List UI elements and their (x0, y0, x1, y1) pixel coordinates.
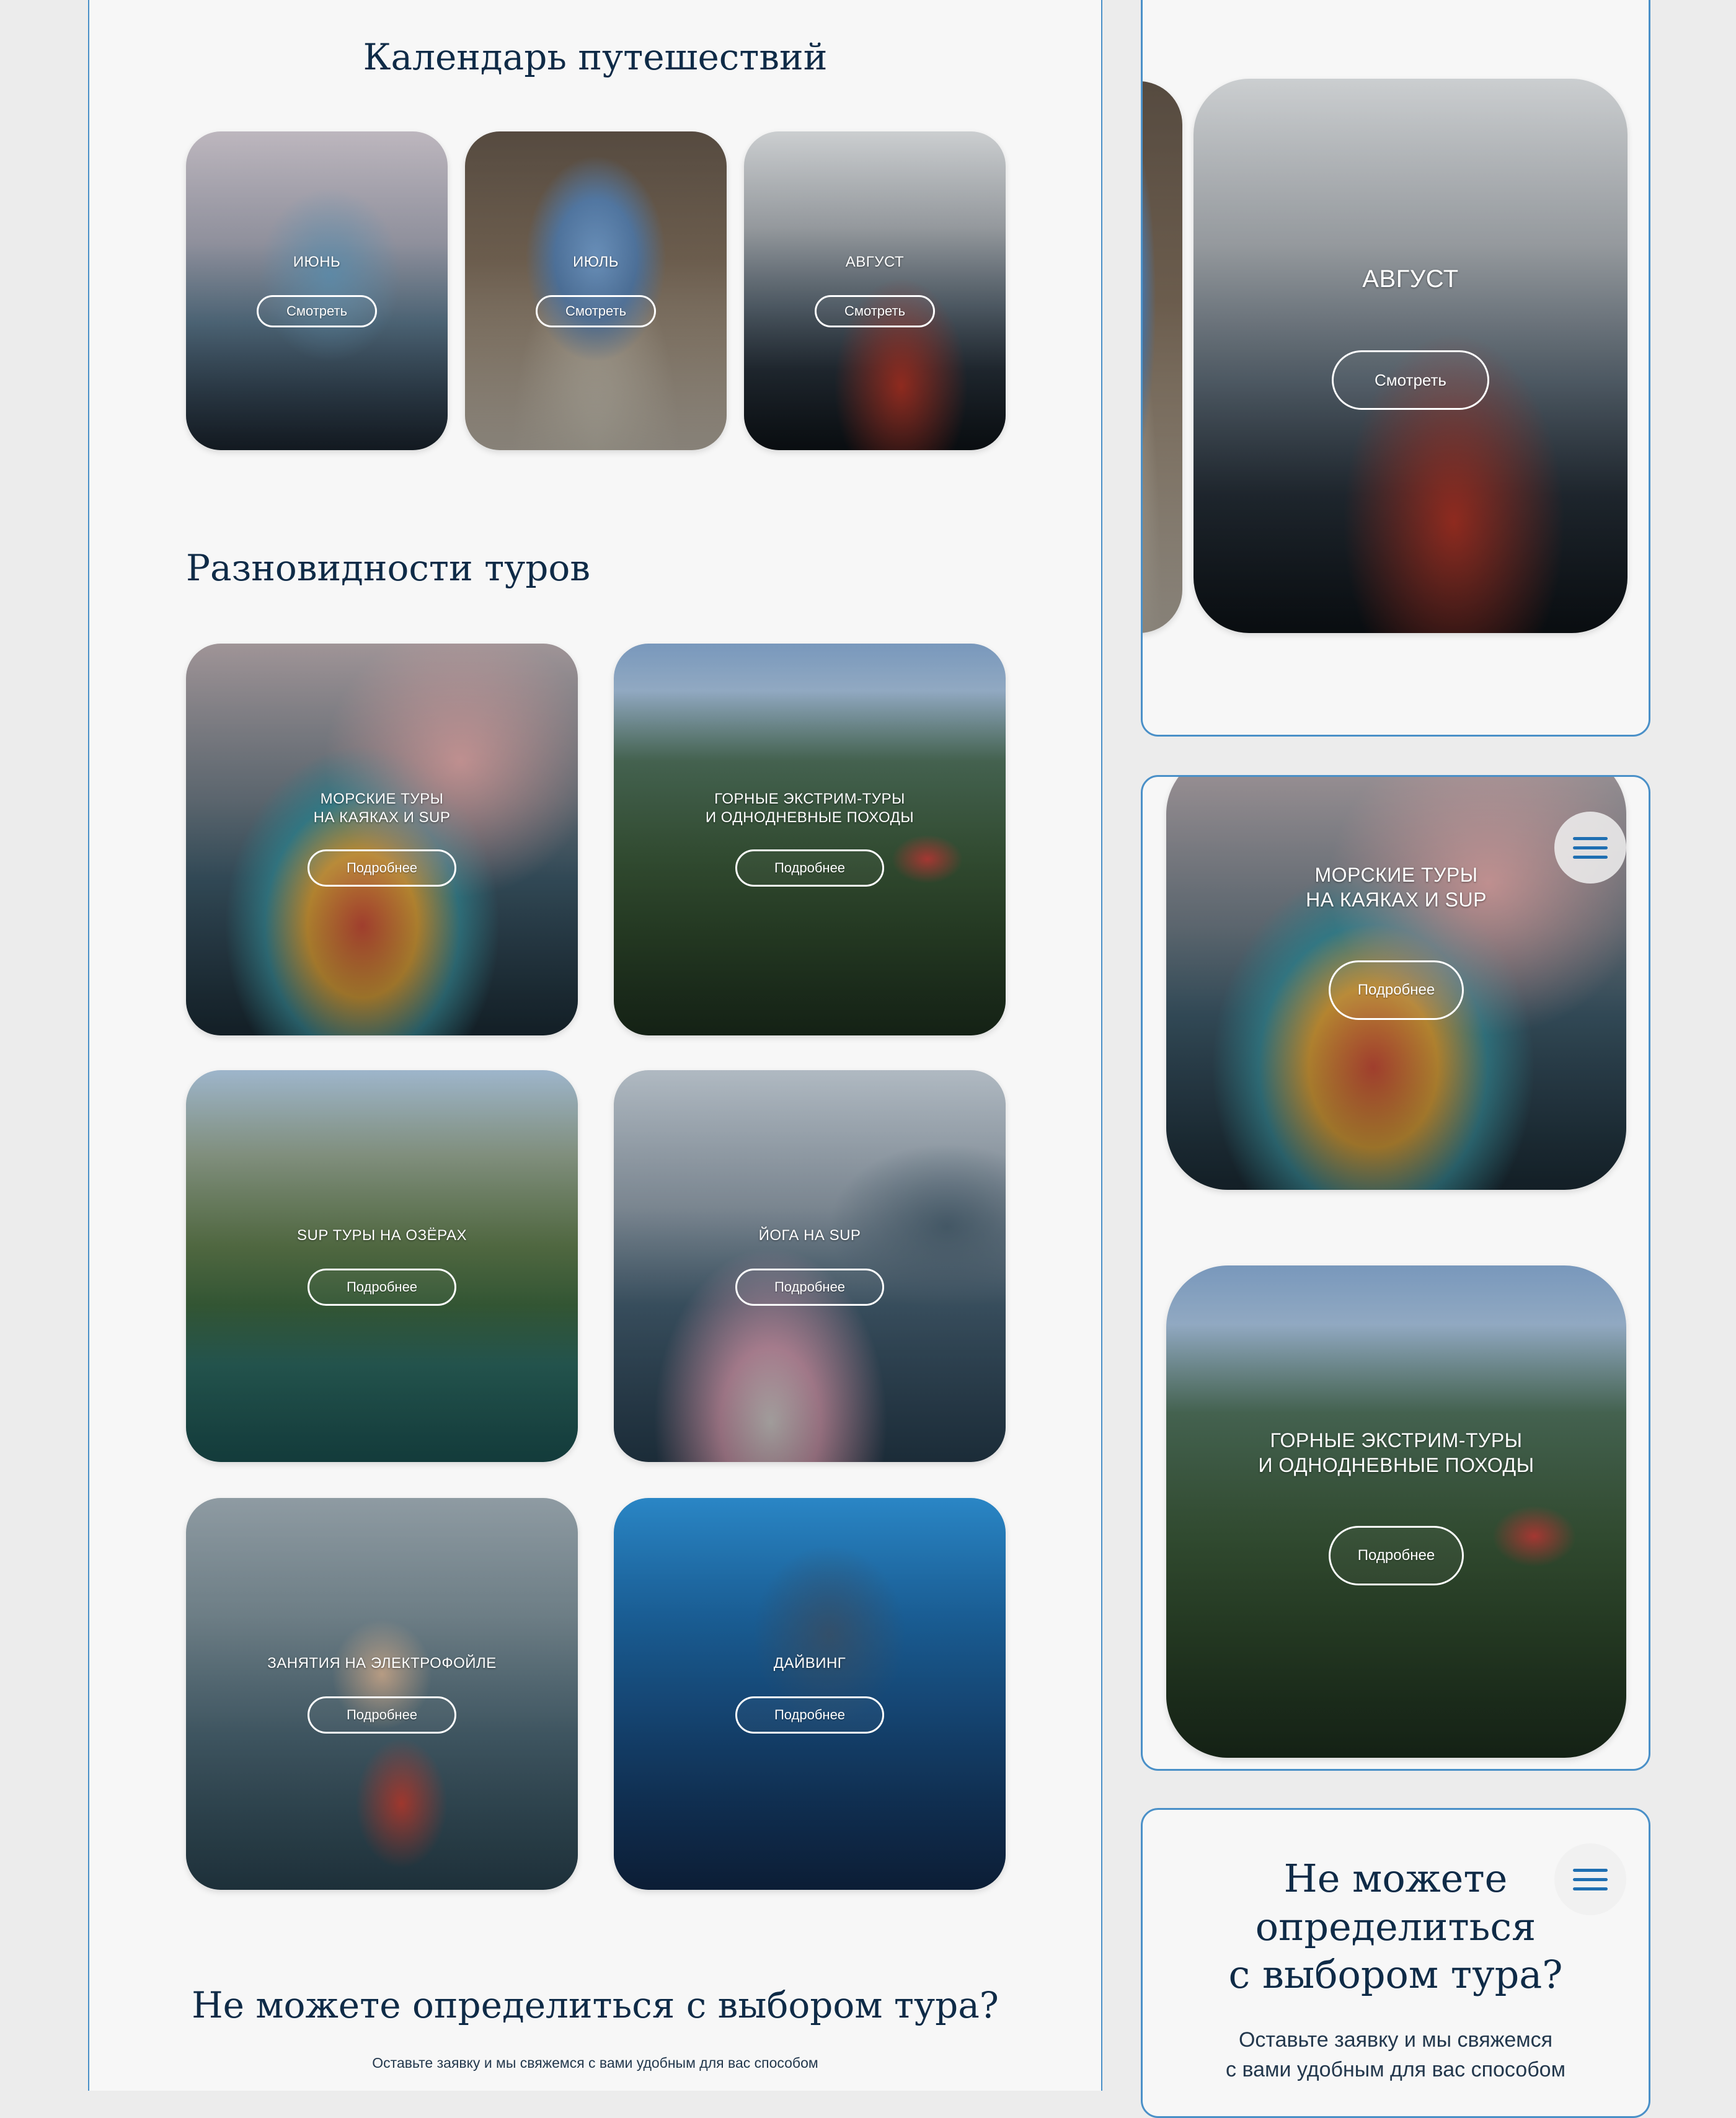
desktop-page: Календарь путешествий ИЮНЬ Смотреть ИЮЛЬ… (88, 0, 1102, 2091)
calendar-card-label: АВГУСТ (845, 254, 905, 270)
cta-heading: Не можете определиться с выбором тура? (192, 1984, 999, 2026)
tour-card-title-line: И ОДНОДНЕВНЫЕ ПОХОДЫ (705, 809, 914, 826)
carousel-card-august[interactable]: АВГУСТ Смотреть (1194, 79, 1628, 633)
calendar-card-july[interactable]: ИЮЛЬ Смотреть (465, 131, 727, 450)
card-overlay (186, 1498, 578, 1890)
card-overlay (614, 644, 1006, 1035)
tour-card-title: ЗАНЯТИЯ НА ЭЛЕКТРОФОЙЛЕ (267, 1655, 497, 1672)
view-button[interactable]: Смотреть (257, 295, 377, 327)
card-overlay (1166, 1265, 1626, 1758)
tour-card-title-line: МОРСКИЕ ТУРЫ (320, 791, 444, 807)
tour-card-title: МОРСКИЕ ТУРЫ НА КАЯКАХ И SUP (186, 790, 578, 827)
cta-text: Оставьте заявку и мы свяжемся с вами удо… (372, 2055, 818, 2071)
card-overlay (614, 1070, 1006, 1462)
mobile-cta-text-line: с вами удобным для вас способом (1226, 2057, 1566, 2081)
tour-card-title: ДАЙВИНГ (773, 1655, 846, 1672)
details-button[interactable]: Подробнее (308, 1696, 456, 1734)
tour-card-title: SUP ТУРЫ НА ОЗЁРАХ (296, 1227, 467, 1244)
calendar-card-august[interactable]: АВГУСТ Смотреть (744, 131, 1006, 450)
tour-card-title-line: И ОДНОДНЕВНЫЕ ПОХОДЫ (1258, 1454, 1534, 1476)
tour-card-diving[interactable]: ДАЙВИНГ Подробнее (614, 1498, 1006, 1890)
menu-line (1573, 846, 1608, 849)
tour-card-yoga[interactable]: ЙОГА НА SUP Подробнее (614, 1070, 1006, 1462)
tour-card-title-line: НА КАЯКАХ И SUP (1306, 888, 1487, 911)
tour-card-title-line: ГОРНЫЕ ЭКСТРИМ-ТУРЫ (1270, 1429, 1523, 1451)
view-button[interactable]: Смотреть (815, 295, 935, 327)
calendar-card-label: АВГУСТ (1362, 265, 1459, 293)
card-overlay (186, 1070, 578, 1462)
tour-card-title: МОРСКИЕ ТУРЫ НА КАЯКАХ И SUP (1166, 862, 1626, 912)
card-overlay (614, 1498, 1006, 1890)
tour-card-efoil[interactable]: ЗАНЯТИЯ НА ЭЛЕКТРОФОЙЛЕ Подробнее (186, 1498, 578, 1890)
menu-line (1573, 855, 1608, 859)
mobile-calendar-frame: АВГУСТ Смотреть (1141, 0, 1650, 737)
card-overlay (1143, 81, 1182, 633)
details-button[interactable]: Подробнее (735, 1269, 884, 1306)
calendar-heading: Календарь путешествий (363, 36, 828, 78)
mobile-cta-text: Оставьте заявку и мы свяжемся с вами удо… (1143, 2026, 1649, 2085)
details-button[interactable]: Подробнее (735, 1696, 884, 1734)
tour-card-title-line: ГОРНЫЕ ЭКСТРИМ-ТУРЫ (714, 791, 905, 807)
mobile-tours-frame: МОРСКИЕ ТУРЫ НА КАЯКАХ И SUP Подробнее Г… (1141, 775, 1650, 1771)
details-button[interactable]: Подробнее (735, 849, 884, 887)
tour-types-heading: Разновидности туров (186, 547, 590, 589)
tour-card-title: ГОРНЫЕ ЭКСТРИМ-ТУРЫ И ОДНОДНЕВНЫЕ ПОХОДЫ (614, 790, 1006, 827)
tour-card-title-line: НА КАЯКАХ И SUP (313, 809, 451, 826)
calendar-card-june[interactable]: ИЮНЬ Смотреть (186, 131, 448, 450)
tour-card-sea[interactable]: МОРСКИЕ ТУРЫ НА КАЯКАХ И SUP Подробнее (186, 644, 578, 1035)
mobile-cta-heading-line: Не можете (1283, 1856, 1508, 1901)
carousel-card-previous[interactable] (1143, 81, 1182, 633)
details-button[interactable]: Подробнее (308, 1269, 456, 1306)
tour-card-lake-sup[interactable]: SUP ТУРЫ НА ОЗЁРАХ Подробнее (186, 1070, 578, 1462)
mobile-cta-frame: Не можете определиться с выбором тура? О… (1141, 1808, 1650, 2118)
card-overlay (744, 131, 1006, 450)
tour-card-title: ГОРНЫЕ ЭКСТРИМ-ТУРЫ И ОДНОДНЕВНЫЕ ПОХОДЫ (1166, 1428, 1626, 1478)
mobile-cta-heading: Не можете определиться с выбором тура? (1143, 1854, 1649, 1999)
tour-card-title: ЙОГА НА SUP (758, 1227, 861, 1244)
details-button[interactable]: Подробнее (1329, 1526, 1464, 1585)
mobile-cta-heading-line: определиться (1255, 1903, 1536, 1949)
view-button[interactable]: Смотреть (1332, 350, 1489, 410)
card-overlay (465, 131, 727, 450)
card-overlay (186, 644, 578, 1035)
view-button[interactable]: Смотреть (536, 295, 656, 327)
tour-card-mountain[interactable]: ГОРНЫЕ ЭКСТРИМ-ТУРЫ И ОДНОДНЕВНЫЕ ПОХОДЫ… (614, 644, 1006, 1035)
details-button[interactable]: Подробнее (1329, 960, 1464, 1020)
hamburger-menu-icon[interactable] (1554, 812, 1626, 884)
calendar-card-label: ИЮНЬ (293, 254, 341, 270)
mobile-tour-card-mountain[interactable]: ГОРНЫЕ ЭКСТРИМ-ТУРЫ И ОДНОДНЕВНЫЕ ПОХОДЫ… (1166, 1265, 1626, 1758)
mobile-cta-text-line: Оставьте заявку и мы свяжемся (1238, 2028, 1553, 2052)
tour-card-title-line: МОРСКИЕ ТУРЫ (1314, 864, 1478, 886)
menu-line (1573, 836, 1608, 840)
details-button[interactable]: Подробнее (308, 849, 456, 887)
card-overlay (186, 131, 448, 450)
mobile-cta-heading-line: с выбором тура? (1228, 1952, 1563, 1997)
calendar-card-label: ИЮЛЬ (573, 254, 619, 270)
